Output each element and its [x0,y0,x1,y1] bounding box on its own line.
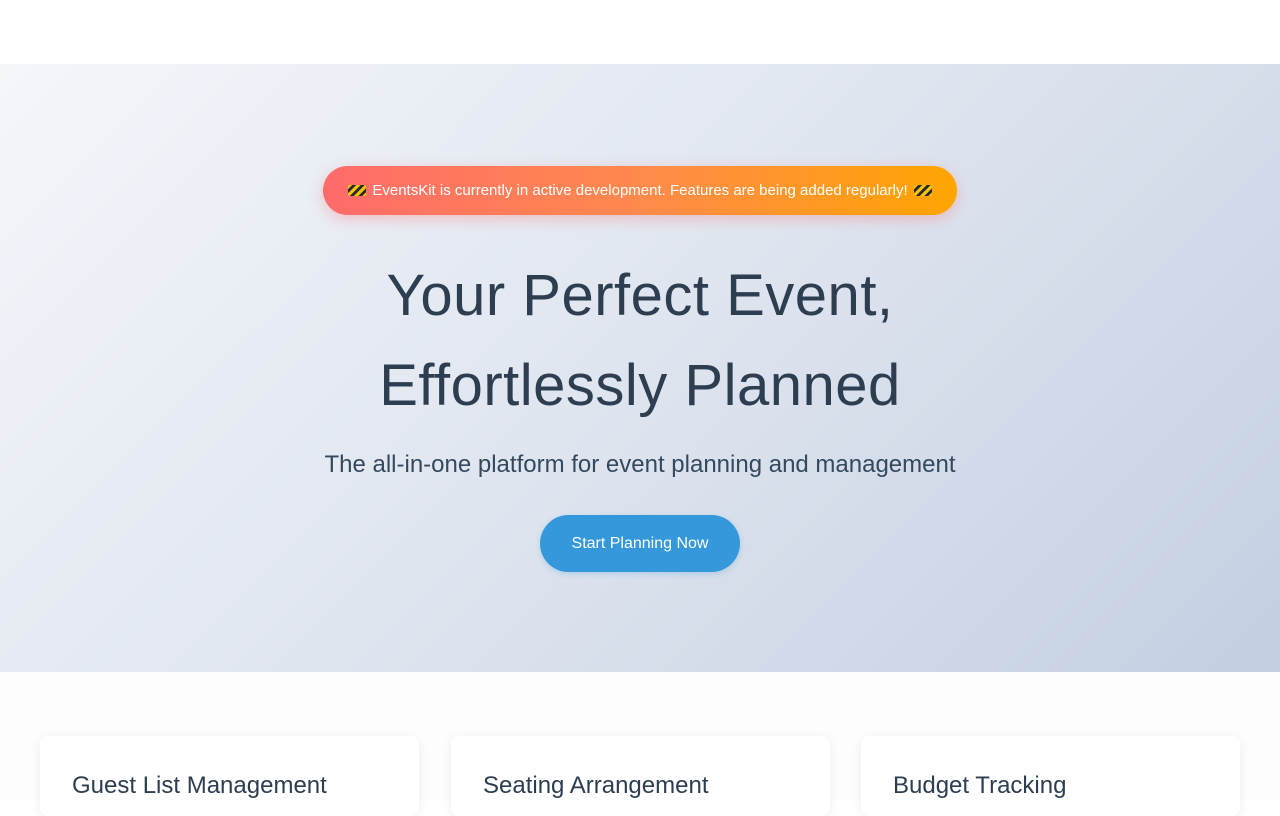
feature-card-budget: Budget Tracking [861,736,1240,816]
hero-title-line-2: Effortlessly Planned [379,353,901,418]
top-nav [0,0,1280,64]
feature-title: Budget Tracking [893,772,1067,799]
start-planning-button[interactable]: Start Planning Now [539,515,741,572]
construction-icon [348,185,367,196]
feature-title: Seating Arrangement [483,772,709,799]
development-banner-text: EventsKit is currently in active develop… [372,182,908,199]
hero-subtitle: The all-in-one platform for event planni… [324,451,956,478]
feature-title: Guest List Management [72,772,327,799]
development-banner: EventsKit is currently in active develop… [323,166,957,215]
feature-card-guest-list: Guest List Management [40,736,419,816]
hero-title: Your Perfect Event, Effortlessly Planned [379,251,901,431]
feature-card-seating: Seating Arrangement [451,736,830,816]
hero-title-line-1: Your Perfect Event, [386,263,894,328]
hero-section: EventsKit is currently in active develop… [0,64,1280,672]
features-section: Guest List Management Seating Arrangemen… [0,672,1280,816]
construction-icon [913,185,932,196]
